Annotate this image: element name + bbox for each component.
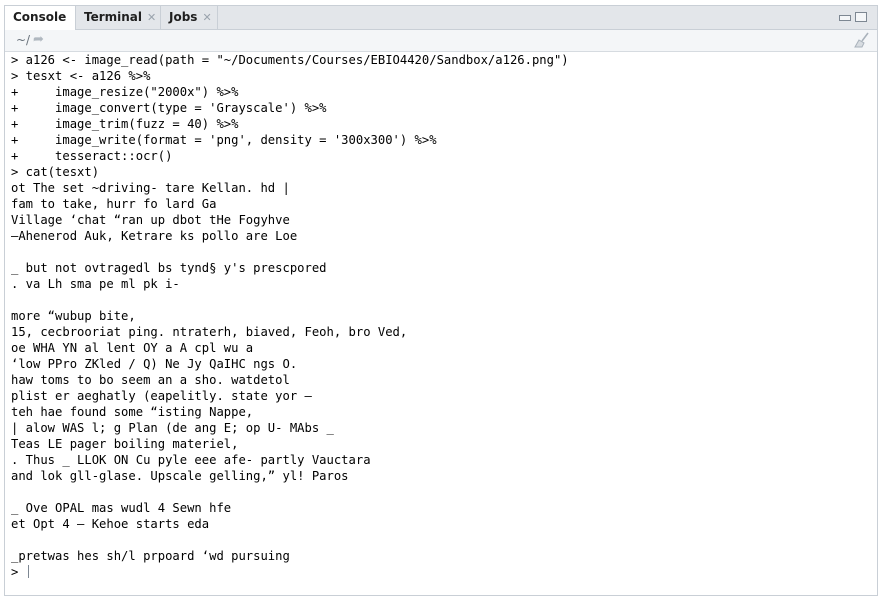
console-output-line: plist er aeghatly (eapelitly. state yor … [11, 389, 312, 403]
working-directory-path: ~/ [16, 33, 31, 47]
console-input-line: + image_write(format = 'png', density = … [11, 133, 437, 147]
tab-console-label: Console [13, 10, 67, 24]
console-output-line: | alow WAS l; g Plan (de ang E; op U- MA… [11, 421, 334, 435]
console-output-line: ‘low PPro ZKled / Q) Ne Jy QaIHC ngs O. [11, 357, 298, 371]
console-input-line: + image_convert(type = 'Grayscale') %>% [11, 101, 327, 115]
console-input-line: + image_resize("2000x") %>% [11, 85, 239, 99]
console-input-line: + image_trim(fuzz = 40) %>% [11, 117, 239, 131]
tab-console[interactable]: Console [5, 6, 76, 30]
console-pane: Console Terminal ✕ Jobs ✕ ~/ ➦ > a126 <- i… [4, 5, 878, 596]
console-input-line: > a126 <- image_read(path = "~/Documents… [11, 53, 569, 67]
console-output-line: teh hae found some “isting Nappe, [11, 405, 254, 419]
console-output-line: _ Ove OPAL mas wudl 4 Sewn hfe [11, 501, 232, 515]
console-toolbar: ~/ ➦ [5, 30, 877, 52]
tab-jobs-label: Jobs [169, 10, 198, 24]
text-cursor [27, 565, 29, 578]
maximize-pane-icon[interactable] [855, 12, 867, 22]
broom-icon[interactable] [853, 32, 871, 48]
tab-terminal-label: Terminal [84, 10, 143, 24]
console-input-line: > tesxt <- a126 %>% [11, 69, 151, 83]
console-input-line: + tesseract::ocr() [11, 149, 173, 163]
console-output-line: 15, cecbrooriat ping. ntraterh, biaved, … [11, 325, 408, 339]
console-output-line: oe WHA YN al lent OY a A cpl wu a [11, 341, 254, 355]
close-icon[interactable]: ✕ [147, 7, 156, 29]
close-icon[interactable]: ✕ [202, 7, 211, 29]
console-prompt: > [11, 565, 26, 579]
tab-jobs[interactable]: Jobs ✕ [161, 6, 218, 29]
minimize-pane-icon[interactable] [839, 15, 851, 21]
console-output[interactable]: > a126 <- image_read(path = "~/Documents… [11, 52, 871, 591]
console-output-line: haw toms to bo seem an a sho. watdetol [11, 373, 290, 387]
console-output-line: and lok gll-glase. Upscale gelling,” yl!… [11, 469, 349, 483]
console-output-line: . va Lh sma pe ml pk i- [11, 277, 180, 291]
console-output-line: _ but not ovtragedl bs tynd§ y's prescpo… [11, 261, 327, 275]
go-to-directory-icon[interactable]: ➦ [33, 32, 44, 47]
console-output-line: et Opt 4 — Kehoe starts eda [11, 517, 210, 531]
console-output-line: fam to take, hurr fo lard Ga [11, 197, 217, 211]
console-output-line: —Ahenerod Auk, Ketrare ks pollo are Loe [11, 229, 298, 243]
console-output-line: Village ‘chat “ran up dbot tHe Fogyhve [11, 213, 290, 227]
pane-tab-bar: Console Terminal ✕ Jobs ✕ [5, 6, 877, 30]
tab-terminal[interactable]: Terminal ✕ [76, 6, 161, 29]
console-output-line: ot The set ~driving- tare Kellan. hd | [11, 181, 290, 195]
console-output-line: _pretwas hes sh/l prpoard ‘wd pursuing [11, 549, 290, 563]
console-output-line: more “wubup bite, [11, 309, 136, 323]
console-output-line: . Thus _ LLOK ON Cu pyle eee afe- partly… [11, 453, 371, 467]
console-output-line: Teas LE pager boiling materiel, [11, 437, 239, 451]
console-input-line: > cat(tesxt) [11, 165, 100, 179]
console-prompt-line[interactable]: > [11, 564, 871, 580]
